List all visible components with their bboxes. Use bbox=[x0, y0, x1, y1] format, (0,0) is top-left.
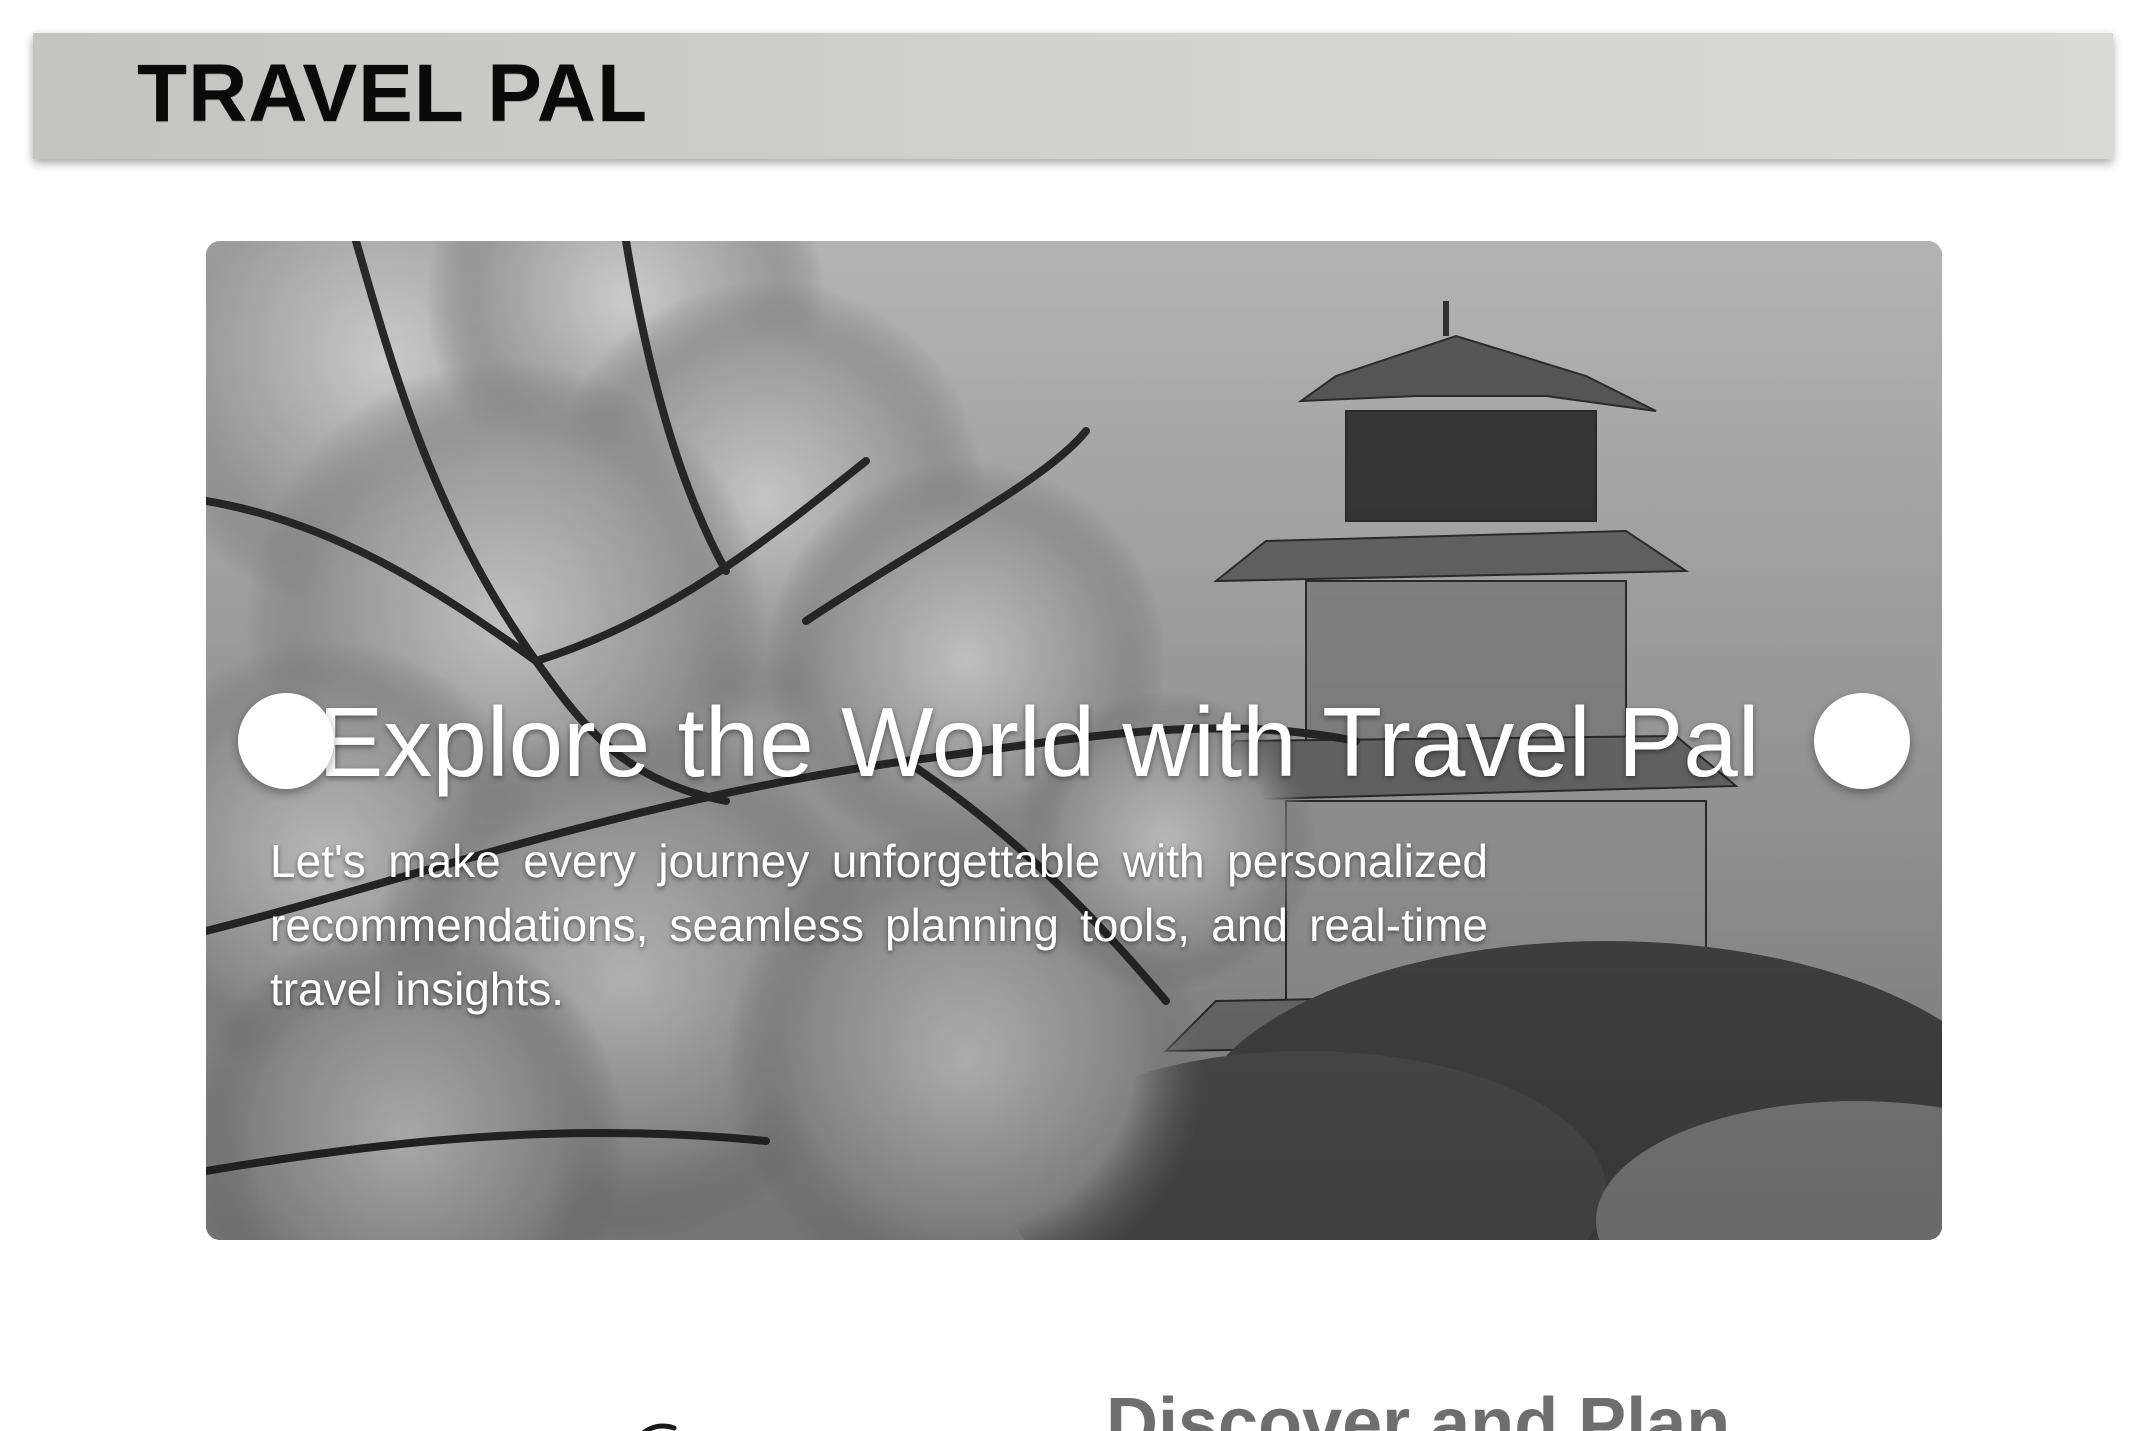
hero-title: Explore the World with Travel Pal bbox=[318, 687, 1760, 797]
carousel-prev-button[interactable] bbox=[238, 693, 334, 789]
section-illustration bbox=[641, 1423, 677, 1431]
hero-carousel: Explore the World with Travel Pal Let's … bbox=[206, 241, 1942, 1240]
brand-logo-text[interactable]: TRAVEL PAL bbox=[137, 53, 648, 135]
page: TRAVEL PAL Explore the World with Travel… bbox=[0, 0, 2146, 1431]
section-heading: Discover and Plan bbox=[1106, 1384, 1731, 1431]
site-header: TRAVEL PAL bbox=[33, 33, 2113, 159]
hero-description: Let's make every journey unforgettable w… bbox=[270, 835, 1488, 1015]
carousel-next-button[interactable] bbox=[1814, 693, 1910, 789]
